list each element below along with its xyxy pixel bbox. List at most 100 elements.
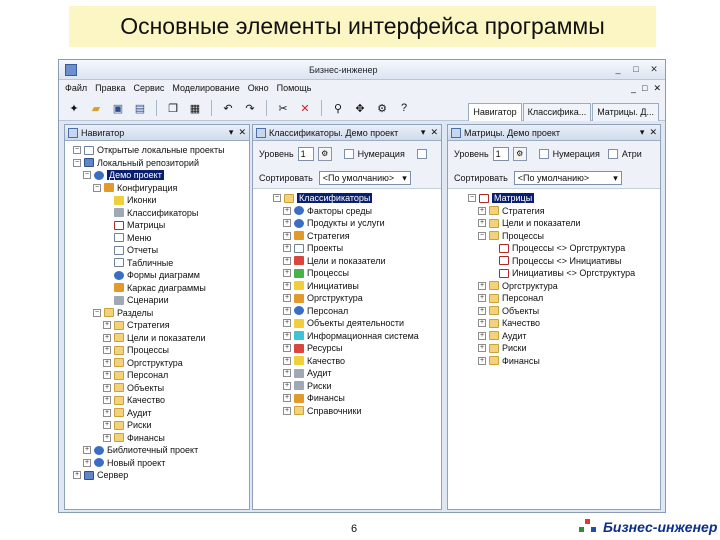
tree-node[interactable]: + Персонал: [65, 369, 249, 382]
tree-node[interactable]: + Качество: [253, 355, 441, 368]
panel-close-icon[interactable]: ✕: [430, 127, 438, 138]
tree-node[interactable]: − Локальный репозиторий: [65, 157, 249, 170]
collapse-icon[interactable]: −: [93, 183, 101, 192]
tree-node[interactable]: + Цели и показатели: [65, 332, 249, 345]
save-icon[interactable]: ▣: [109, 99, 127, 117]
expand-icon[interactable]: +: [103, 371, 111, 380]
expand-icon[interactable]: +: [478, 306, 486, 315]
tab-classifiers[interactable]: Классифика...: [522, 103, 592, 121]
expand-icon[interactable]: +: [103, 383, 111, 392]
tree-node[interactable]: + Справочники: [253, 405, 441, 418]
tree-node[interactable]: + Риски: [448, 342, 660, 355]
expand-icon[interactable]: +: [283, 331, 291, 340]
tree-node[interactable]: + Финансы: [65, 432, 249, 445]
collapse-icon[interactable]: −: [273, 194, 281, 203]
expand-icon[interactable]: +: [283, 244, 291, 253]
new-icon[interactable]: ✦: [65, 99, 83, 117]
menu-modeling[interactable]: Моделирование: [172, 83, 239, 93]
pin-icon[interactable]: ▾: [640, 127, 645, 138]
tree-node[interactable]: + Информационная система: [253, 330, 441, 343]
tree-node[interactable]: + Качество: [65, 394, 249, 407]
help-icon[interactable]: ?: [395, 99, 413, 117]
attribute-checkbox[interactable]: [416, 149, 427, 159]
expand-icon[interactable]: +: [103, 346, 111, 355]
collapse-icon[interactable]: −: [83, 171, 91, 180]
tree-node[interactable]: + Сервер: [65, 469, 249, 482]
tree-node[interactable]: + Стратегия: [253, 230, 441, 243]
tree-node[interactable]: + Оргструктура: [65, 357, 249, 370]
tree-node[interactable]: + Продукты и услуги: [253, 217, 441, 230]
tree-node[interactable]: − Конфигурация: [65, 182, 249, 195]
tree-node[interactable]: + Риски: [65, 419, 249, 432]
expand-icon[interactable]: +: [83, 446, 91, 455]
menu-service[interactable]: Сервис: [134, 83, 165, 93]
expand-icon[interactable]: +: [103, 421, 111, 430]
tree-node[interactable]: Каркас диаграммы: [65, 282, 249, 295]
tree-node[interactable]: + Качество: [448, 317, 660, 330]
expand-icon[interactable]: +: [103, 408, 111, 417]
expand-icon[interactable]: +: [103, 333, 111, 342]
collapse-icon[interactable]: −: [93, 308, 101, 317]
expand-icon[interactable]: +: [103, 433, 111, 442]
tab-matrices[interactable]: Матрицы. Д...: [592, 103, 659, 121]
tree-node[interactable]: + Ресурсы: [253, 342, 441, 355]
expand-icon[interactable]: +: [283, 206, 291, 215]
expand-icon[interactable]: +: [283, 231, 291, 240]
panel-close-icon[interactable]: ✕: [238, 127, 246, 138]
tree-node[interactable]: + Персонал: [448, 292, 660, 305]
expand-icon[interactable]: +: [478, 344, 486, 353]
menu-window[interactable]: Окно: [248, 83, 269, 93]
save-all-icon[interactable]: ▤: [131, 99, 149, 117]
tree-node[interactable]: − Матрицы: [448, 192, 660, 205]
binoculars-icon[interactable]: ⚲: [329, 99, 347, 117]
expand-icon[interactable]: +: [103, 321, 111, 330]
numbering-checkbox[interactable]: [343, 149, 354, 159]
expand-icon[interactable]: +: [283, 256, 291, 265]
doc-restore-button[interactable]: □: [642, 83, 647, 94]
compass-icon[interactable]: ✥: [351, 99, 369, 117]
tree-node[interactable]: + Риски: [253, 380, 441, 393]
collapse-icon[interactable]: −: [73, 158, 81, 167]
expand-icon[interactable]: +: [83, 458, 91, 467]
tree-node[interactable]: + Объекты деятельности: [253, 317, 441, 330]
expand-icon[interactable]: +: [283, 344, 291, 353]
minimize-button[interactable]: _: [611, 63, 625, 76]
menu-file[interactable]: Файл: [65, 83, 87, 93]
tree-node[interactable]: Процессы <> Инициативы: [448, 255, 660, 268]
level-input[interactable]: 1: [492, 147, 509, 161]
cut-icon[interactable]: ✂: [274, 99, 292, 117]
tree-node[interactable]: − Процессы: [448, 230, 660, 243]
tree-node[interactable]: + Аудит: [65, 407, 249, 420]
expand-icon[interactable]: +: [283, 369, 291, 378]
tree-node[interactable]: + Объекты: [65, 382, 249, 395]
tree-node[interactable]: + Факторы среды: [253, 205, 441, 218]
tree-node[interactable]: + Аудит: [448, 330, 660, 343]
tree-node[interactable]: + Процессы: [65, 344, 249, 357]
expand-icon[interactable]: +: [283, 294, 291, 303]
tree-node[interactable]: + Новый проект: [65, 457, 249, 470]
pin-icon[interactable]: ▾: [229, 127, 234, 138]
tree-node[interactable]: Меню: [65, 232, 249, 245]
copy-icon[interactable]: ❐: [164, 99, 182, 117]
doc-close-button[interactable]: ✕: [653, 83, 661, 94]
tree-node[interactable]: + Финансы: [448, 355, 660, 368]
tree-node[interactable]: − Демо проект: [65, 169, 249, 182]
expand-icon[interactable]: +: [283, 269, 291, 278]
attribute-checkbox[interactable]: [607, 149, 618, 159]
tree-node[interactable]: + Стратегия: [65, 319, 249, 332]
tree-node[interactable]: + Цели и показатели: [448, 217, 660, 230]
menu-help[interactable]: Помощь: [277, 83, 312, 93]
tree-node[interactable]: + Библиотечный проект: [65, 444, 249, 457]
expand-icon[interactable]: +: [478, 206, 486, 215]
tree-node[interactable]: + Цели и показатели: [253, 255, 441, 268]
level-input[interactable]: 1: [297, 147, 314, 161]
expand-icon[interactable]: +: [103, 358, 111, 367]
level-apply-icon[interactable]: ⚙: [317, 147, 332, 161]
expand-icon[interactable]: +: [283, 394, 291, 403]
tree-node[interactable]: Формы диаграмм: [65, 269, 249, 282]
expand-icon[interactable]: +: [73, 471, 81, 480]
numbering-checkbox[interactable]: [538, 149, 549, 159]
expand-icon[interactable]: +: [103, 396, 111, 405]
settings-icon[interactable]: ⚙: [373, 99, 391, 117]
tree-node[interactable]: Классификаторы: [65, 207, 249, 220]
